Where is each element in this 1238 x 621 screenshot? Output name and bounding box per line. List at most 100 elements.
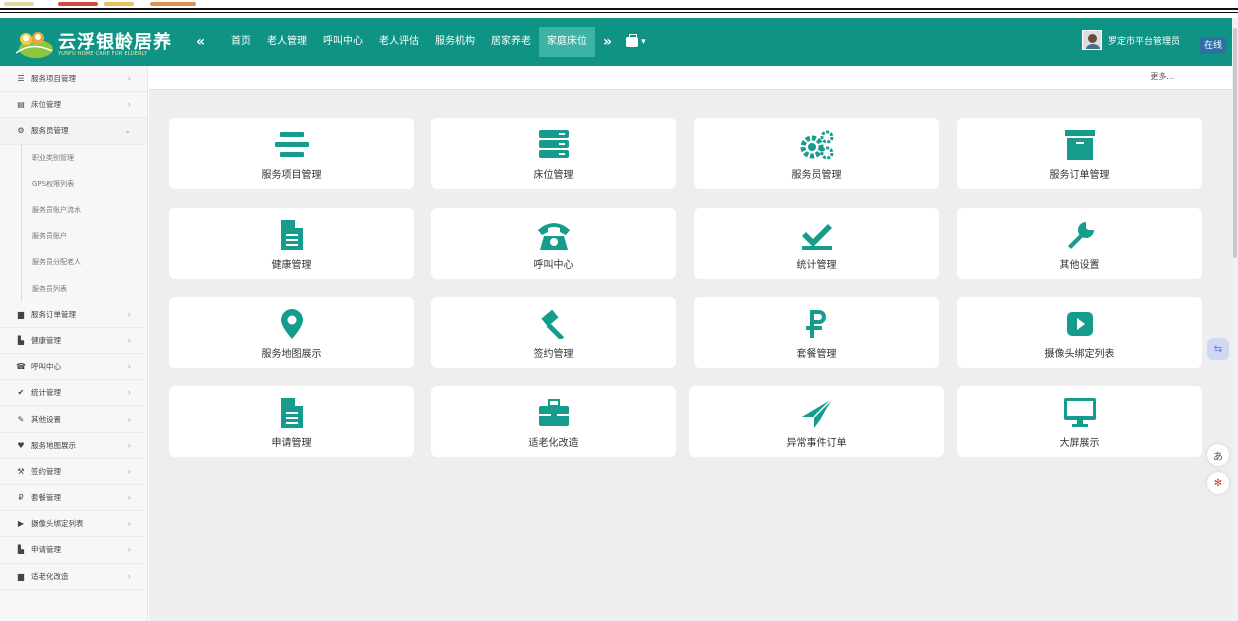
sidebar-item-label: 适老化改造 (31, 571, 69, 581)
sidebar-item-label: 服务员管理 (31, 126, 69, 136)
archive-icon: ▆ (17, 309, 25, 319)
sidebar-item-service-items[interactable]: ☰ 服务项目管理 › (0, 66, 147, 93)
card-service-items[interactable]: 服务项目管理 (169, 118, 414, 189)
card-statistics[interactable]: 统计管理 (694, 208, 939, 279)
gears-icon: ⚙ (17, 126, 25, 136)
play-icon (1066, 312, 1093, 336)
page-scrollbar[interactable] (1232, 18, 1238, 621)
server-icon (538, 130, 569, 158)
nav-home[interactable]: 首页 (223, 27, 259, 57)
sidebar-item-staff[interactable]: ⚙ 服务员管理 ⌄ (0, 118, 147, 145)
list-icon: ☰ (17, 74, 25, 84)
card-health[interactable]: 健康管理 (169, 208, 414, 279)
card-label: 摄像头绑定列表 (1044, 349, 1115, 360)
ruble-icon (805, 310, 826, 338)
chevron-right-icon: › (127, 74, 131, 84)
sidebar-item-label: 服务地图展示 (31, 440, 76, 450)
sidebar-item-map[interactable]: ♥ 服务地图展示 › (0, 433, 147, 459)
logo[interactable]: 云浮银龄居养 YUNFU HOME CARE FOR ELDERLY (12, 24, 172, 62)
card-big-screen[interactable]: 大屏展示 (957, 386, 1202, 457)
sidebar-item-bed[interactable]: ▤ 床位管理 › (0, 92, 147, 119)
document-icon (280, 398, 303, 428)
sidebar-subitem[interactable]: 服务员分配老人 (0, 249, 147, 276)
avatar (1082, 30, 1102, 50)
nav-elder-management[interactable]: 老人管理 (259, 27, 315, 57)
language-switch-icon[interactable]: あ (1207, 444, 1229, 466)
check-icon: ✔ (17, 388, 25, 398)
sidebar-item-label: 签约管理 (31, 466, 61, 476)
briefcase-dropdown[interactable]: ▾ (626, 34, 646, 47)
briefcase-icon (538, 399, 569, 426)
nav-family-bed[interactable]: 家庭床位 (539, 27, 596, 57)
logo-subtitle: YUNFU HOME CARE FOR ELDERLY (58, 51, 148, 57)
sidebar-item-orders[interactable]: ▆ 服务订单管理 › (0, 302, 147, 328)
nav-service-institution[interactable]: 服务机构 (427, 27, 483, 57)
card-settings[interactable]: 其他设置 (957, 208, 1202, 279)
blurred-tab (150, 2, 196, 6)
top-nav: « 首页 老人管理 呼叫中心 老人评估 服务机构 居家养老 家庭床位 » ▾ (196, 18, 646, 66)
sidebar-item-settings[interactable]: ✎ 其他设置 › (0, 406, 147, 433)
nav-elder-assessment[interactable]: 老人评估 (371, 27, 427, 57)
card-label: 其他设置 (1059, 260, 1100, 271)
chevron-right-icon: › (127, 571, 131, 581)
card-label: 套餐管理 (796, 349, 837, 360)
check-icon (801, 224, 832, 250)
nav-more-icon[interactable]: » (603, 34, 612, 50)
sidebar-subitem[interactable]: GPS权限列表 (0, 170, 147, 198)
sidebar-subitem[interactable]: 服务员列表 (0, 275, 147, 302)
assistant-icon[interactable]: ✻ (1207, 472, 1229, 494)
paper-plane-icon (801, 398, 833, 428)
sidebar-subitem[interactable]: 服务员账户 (0, 223, 147, 250)
chevron-right-icon: › (127, 440, 131, 450)
card-orders[interactable]: 服务订单管理 (957, 118, 1202, 189)
card-camera[interactable]: 摄像头绑定列表 (957, 297, 1202, 368)
card-package[interactable]: 套餐管理 (694, 297, 939, 368)
card-abnormal-orders[interactable]: 异常事件订单 (689, 386, 944, 457)
sidebar-item-label: 摄像头绑定列表 (31, 519, 84, 529)
card-contract[interactable]: 签约管理 (431, 297, 676, 368)
phone-icon: ☎ (16, 362, 26, 372)
map-pin-icon: ♥ (17, 440, 25, 450)
user-menu[interactable]: 罗定市平台管理员 (1082, 30, 1180, 50)
translate-widget-icon[interactable]: ⇆ (1207, 338, 1229, 360)
sidebar-subitem[interactable]: 服务员账户流水 (0, 196, 147, 224)
card-label: 签约管理 (533, 349, 574, 360)
sidebar-item-statistics[interactable]: ✔ 统计管理 › (0, 380, 147, 407)
nav-call-center[interactable]: 呼叫中心 (315, 27, 371, 57)
gears-icon (800, 130, 833, 160)
sidebar-item-call-center[interactable]: ☎ 呼叫中心 › (0, 354, 147, 381)
chevron-down-icon: ▾ (641, 37, 646, 47)
scrollbar-thumb[interactable] (1233, 28, 1237, 258)
sidebar-item-camera[interactable]: ▶ 摄像头绑定列表 › (0, 511, 147, 538)
card-aging-renovation[interactable]: 适老化改造 (431, 386, 676, 457)
card-label: 适老化改造 (528, 438, 579, 449)
video-icon: ▶ (17, 519, 25, 529)
chevron-right-icon: › (127, 388, 131, 398)
sidebar-item-application[interactable]: ▙ 申请管理 › (0, 537, 147, 564)
chevron-right-icon: › (127, 545, 131, 555)
bed-icon: ▤ (17, 100, 25, 110)
collapse-sidebar-icon[interactable]: « (196, 34, 205, 50)
wrench-icon: ✎ (17, 414, 25, 424)
sidebar-item-contract[interactable]: ⚒ 签约管理 › (0, 459, 147, 485)
sidebar-item-health[interactable]: ▙ 健康管理 › (0, 328, 147, 355)
sidebar-subitem[interactable]: 职业类别管理 (0, 144, 147, 171)
card-map[interactable]: 服务地图展示 (169, 297, 414, 368)
sidebar-item-label: 统计管理 (31, 388, 61, 398)
card-label: 服务项目管理 (261, 170, 322, 181)
more-tabs-link[interactable]: 更多... (1150, 71, 1174, 82)
card-application[interactable]: 申请管理 (169, 386, 414, 457)
card-staff[interactable]: 服务员管理 (694, 118, 939, 189)
gavel-icon (540, 309, 564, 339)
card-label: 服务订单管理 (1049, 170, 1110, 181)
nav-home-care[interactable]: 居家养老 (483, 27, 539, 57)
chevron-right-icon: › (127, 466, 131, 476)
sidebar-item-aging-renovation[interactable]: ▆ 适老化改造 › (0, 564, 147, 590)
sidebar-item-label: 健康管理 (31, 335, 61, 345)
top-header: 云浮银龄居养 YUNFU HOME CARE FOR ELDERLY « 首页 … (0, 18, 1232, 66)
sidebar-item-package[interactable]: ₽ 套餐管理 › (0, 485, 147, 512)
card-bed[interactable]: 床位管理 (431, 118, 676, 189)
card-call-center[interactable]: 呼叫中心 (431, 208, 676, 279)
blurred-tab (4, 2, 34, 6)
blurred-tab (104, 2, 134, 6)
